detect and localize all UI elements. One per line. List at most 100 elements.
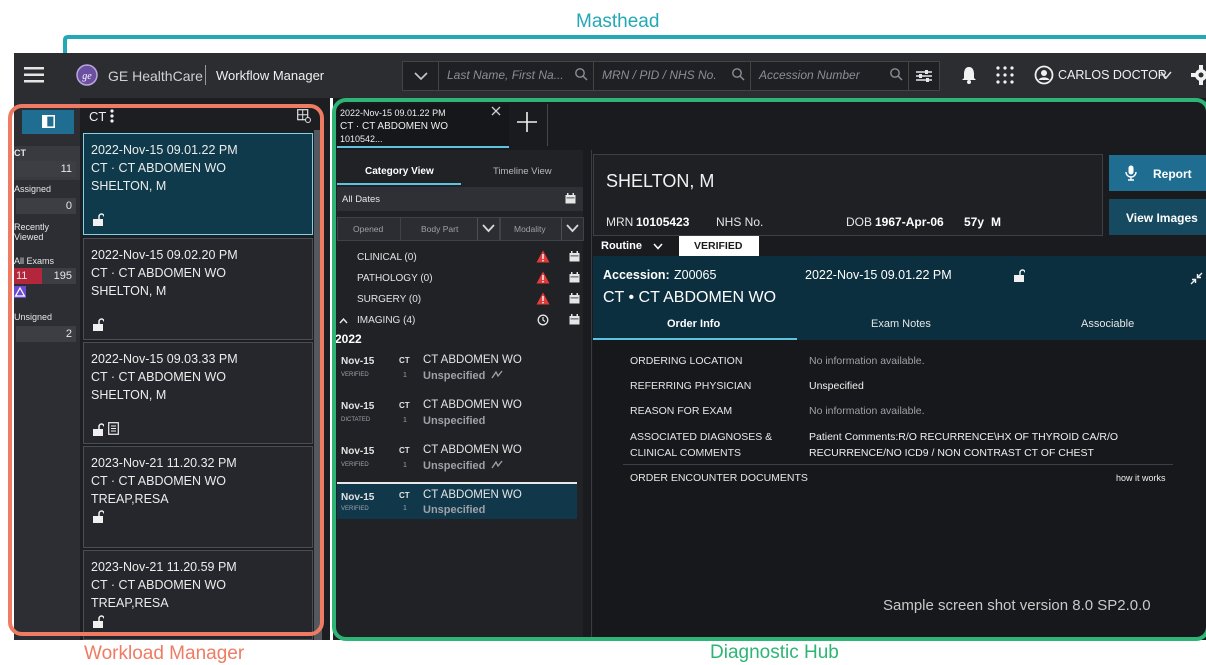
timeline-view-tab[interactable]: Timeline View [493,166,552,177]
body-part-dropdown[interactable] [477,218,499,240]
status-badge-text: VERIFIED [694,240,743,252]
exam-history-row[interactable]: Nov-15 VERIFIED CT 1 CT ABDOMEN WO Unspe… [337,440,577,480]
category-view-tab[interactable]: Category View [365,166,434,177]
exam-history-row[interactable]: Nov-15 VERIFIED CT 1 CT ABDOMEN WO Unspe… [337,350,577,390]
unlock-icon [93,213,104,226]
mrn-search-input[interactable]: MRN / PID / NHS No. [593,61,752,91]
exam-sub: Unspecified [423,460,486,472]
rail-item-unsigned[interactable]: Unsigned 2 [14,310,80,344]
patient-age: 57y [964,215,985,229]
worklist-card[interactable]: 2023-Nov-21 11.20.59 PM CT · CT ABDOMEN … [83,550,313,640]
how-it-works-link[interactable]: how it works [1116,473,1166,483]
info-value: Patient Comments:R/O RECURRENCE\HX OF TH… [809,431,1119,443]
exam-status: VERIFIED [341,372,369,378]
exam-status: VERIFIED [341,462,369,468]
report-button[interactable]: Report [1109,155,1206,191]
masthead-annotation: Masthead [576,11,660,32]
alert-icon [536,250,550,263]
tab-associable[interactable]: Associable [1001,314,1206,340]
rail-label: Recently Viewed [14,222,50,242]
rail-count: 195 [42,268,76,284]
gear-icon[interactable] [1190,64,1206,86]
modality-filter[interactable]: Modality [500,217,584,241]
rail-item-recently-viewed[interactable]: Recently Viewed [14,220,80,250]
card-date: 2022-Nov-15 09.02.20 PM [91,248,238,262]
worklist-card[interactable]: 2022-Nov-15 09.01.22 PM CT · CT ABDOMEN … [83,133,313,235]
app-name: Workflow Manager [216,68,325,83]
exam-history-row[interactable]: Nov-15 DICTATED CT 1 CT ABDOMEN WO Unspe… [337,395,577,435]
view-images-button[interactable]: View Images [1109,199,1206,235]
worklist-scrollbar[interactable] [314,130,322,640]
body-part-filter[interactable]: Body Part [400,217,500,241]
rail-item-all-exams[interactable]: All Exams 11 195 [14,254,80,304]
chevron-down-icon [1160,71,1172,80]
exam-status: VERIFIED [341,506,369,512]
rail-label: CT [14,148,26,158]
report-label: Report [1153,167,1192,181]
priority-label: Routine [601,240,642,252]
panel-divider [591,150,592,640]
worklist-card[interactable]: 2023-Nov-21 11.20.32 PM CT · CT ABDOMEN … [83,446,313,548]
unlock-icon [93,615,104,628]
tab-exam-notes[interactable]: Exam Notes [797,314,1001,340]
category-surgery[interactable]: SURGERY (0) [333,290,583,310]
card-patient: TREAP,RESA [91,596,169,610]
workload-manager: CT 11 Assigned 0 Recently Viewed All Exa… [14,98,330,640]
nhs-label: NHS No. [716,215,764,229]
category-clinical[interactable]: CLINICAL (0) [333,248,583,268]
masthead: ge GE HealthCare Workflow Manager Last N… [14,53,1206,98]
modality-dropdown[interactable] [561,218,583,240]
add-tab-icon[interactable] [515,110,539,134]
grid-icon[interactable] [996,66,1014,84]
table-divider [623,464,1173,465]
priority-dropdown[interactable]: Routine [593,236,677,256]
menu-icon[interactable] [24,65,46,85]
worklist-filter-label[interactable]: CT [89,109,106,124]
collapse-icon[interactable] [1190,272,1203,285]
worklist-card[interactable]: 2022-Nov-15 09.03.33 PM CT · CT ABDOMEN … [83,342,313,444]
exam-tab[interactable]: 2022-Nov-15 09.01.22 PM CT · CT ABDOMEN … [337,104,509,148]
info-label: REASON FOR EXAM [630,405,733,417]
more-vertical-icon[interactable] [110,109,114,123]
user-icon [1034,65,1054,85]
exam-sub: Unspecified [423,504,486,516]
alert-icon [536,292,550,305]
exam-name: CT ABDOMEN WO [423,399,522,411]
user-menu[interactable]: CARLOS DOCTOR [1034,63,1174,87]
category-imaging[interactable]: IMAGING (4) [333,311,583,331]
rail-item-assigned[interactable]: Assigned 0 [14,182,80,216]
order-info-table: ORDERING LOCATION No information availab… [593,340,1206,640]
search-filter-button[interactable] [908,61,940,91]
exam-detail-header: Routine VERIFIED [593,236,1206,256]
sidebar-toggle-icon [42,115,55,128]
bell-icon[interactable] [960,65,978,85]
exam-date: Nov-15 [341,356,375,367]
panel-toggle-button[interactable] [22,110,74,134]
patient-sex: M [991,215,1001,229]
tab-bar-divider [547,104,548,146]
rail-label: Assigned [14,184,52,194]
patient-name-search-input[interactable]: Last Name, First Na... [438,61,595,91]
info-value: RECURRENCE/NO ICD9 / NON CONTRAST CT OF … [809,447,1094,459]
rail-item-ct[interactable]: CT 11 [14,146,80,180]
exam-history-row-selected[interactable]: Nov-15 VERIFIED CT 1 CT ABDOMEN WO Unspe… [337,482,577,519]
tab-order-info[interactable]: Order Info [593,314,797,340]
exam-sub: Unspecified [423,415,486,427]
opened-filter[interactable]: Opened [337,217,401,241]
accession-search-input[interactable]: Accession Number [750,61,910,91]
brand-name: GE HealthCare [108,68,203,84]
layout-settings-icon[interactable] [297,109,311,123]
card-patient: SHELTON, M [91,388,167,402]
card-exam: CT · CT ABDOMEN WO [91,370,226,384]
category-pathology[interactable]: PATHOLOGY (0) [333,269,583,289]
info-label: ORDER ENCOUNTER DOCUMENTS [630,472,808,484]
history-icon [537,314,549,326]
search-scope-dropdown[interactable] [402,61,440,91]
close-icon[interactable] [491,106,501,116]
info-label: ORDERING LOCATION [630,355,743,367]
date-range-selector[interactable]: All Dates [337,187,583,211]
microphone-icon [1125,165,1137,181]
worklist-card[interactable]: 2022-Nov-15 09.02.20 PM CT · CT ABDOMEN … [83,238,313,340]
signed-icon [491,460,503,469]
exam-count: 1 [403,417,407,424]
